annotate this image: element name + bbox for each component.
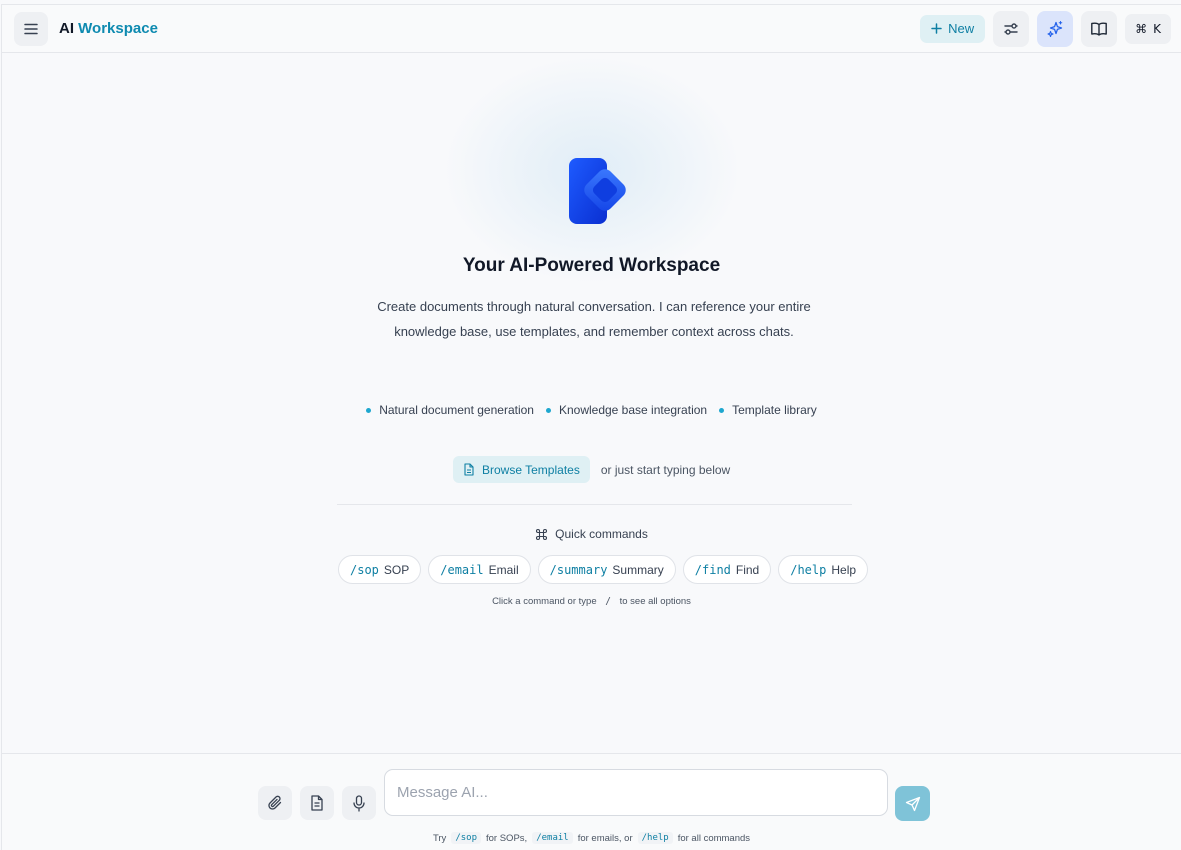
command-code: /summary [549, 562, 608, 577]
shortcut-key: K [1153, 21, 1161, 36]
settings-button[interactable] [993, 10, 1030, 47]
app-title-plain: AI [59, 20, 79, 37]
send-icon [905, 796, 920, 811]
new-button-label: New [948, 21, 975, 36]
template-button[interactable] [300, 786, 334, 820]
send-button[interactable] [895, 786, 930, 821]
command-chip-sop[interactable]: /sop SOP [338, 555, 422, 584]
command-chip-summary[interactable]: /summary Summary [537, 555, 676, 584]
command-label: Help [831, 562, 857, 577]
bullet-dot [719, 407, 725, 413]
feature-label: Knowledge base integration [558, 403, 708, 417]
sliders-icon [1004, 22, 1018, 35]
command-palette-button[interactable]: ⌘ K [1125, 13, 1171, 44]
microphone-icon [353, 794, 365, 812]
hint-text: Try [432, 832, 447, 844]
browse-hint: or just start typing below [600, 462, 731, 477]
plus-icon [931, 23, 942, 34]
command-code: /help [790, 562, 827, 577]
app-title-accent: Workspace [78, 20, 158, 37]
feature-item: Knowledge base integration [545, 403, 708, 417]
feature-list: Natural document generation Knowledge ba… [2, 403, 1181, 417]
document-icon [464, 463, 474, 476]
feature-label: Natural document generation [379, 403, 534, 417]
hint-text: to see all options [619, 596, 691, 607]
document-icon [311, 795, 323, 811]
sparkles-icon [1047, 20, 1063, 37]
voice-button[interactable] [342, 786, 376, 820]
hint-command: /sop [451, 832, 481, 844]
hint-text: for SOPs, [486, 832, 528, 844]
top-bar: AI Workspace New ⌘ K [2, 5, 1181, 53]
command-code: /sop [350, 562, 379, 577]
knowledge-base-button[interactable] [1081, 10, 1118, 47]
browse-row: Browse Templates or just start typing be… [453, 456, 730, 483]
composer-hint: Try /sop for SOPs, /email for emails, or… [2, 832, 1181, 844]
hint-text: Click a command or type [492, 596, 597, 607]
browse-templates-button[interactable]: Browse Templates [453, 456, 590, 483]
paperclip-icon [268, 795, 282, 810]
book-icon [1091, 22, 1108, 36]
command-chip-find[interactable]: /find Find [682, 555, 772, 584]
command-chip-email[interactable]: /email Email [428, 555, 531, 584]
app-window: AI Workspace New ⌘ K Your AI-Powered Wor… [1, 4, 1181, 850]
command-icon [536, 528, 548, 540]
hint-command: /email [532, 832, 573, 844]
command-label: Find [735, 562, 760, 577]
feature-item: Natural document generation [366, 403, 534, 417]
quick-commands-hint: Click a command or type / to see all opt… [2, 596, 1181, 607]
app-title: AI Workspace [59, 20, 158, 37]
bullet-dot [545, 407, 551, 413]
quick-commands-title: Quick commands [555, 527, 648, 541]
quick-commands-heading: Quick commands [2, 527, 1181, 541]
command-chip-help[interactable]: /help Help [778, 555, 869, 584]
command-label: Email [488, 562, 519, 577]
command-label: Summary [612, 562, 664, 577]
hint-text: for all commands [677, 832, 751, 844]
feature-item: Template library [719, 403, 817, 417]
menu-icon [24, 23, 38, 34]
workspace-logo [569, 158, 626, 224]
command-label: SOP [383, 562, 410, 577]
menu-button[interactable] [14, 11, 48, 46]
browse-templates-label: Browse Templates [482, 462, 580, 477]
message-input[interactable] [384, 769, 888, 816]
hero-description: Create documents through natural convers… [377, 299, 811, 339]
bullet-dot [366, 407, 372, 413]
command-code: /find [694, 562, 731, 577]
feature-label: Template library [732, 403, 817, 417]
attach-button[interactable] [258, 786, 292, 820]
new-button[interactable]: New [920, 14, 986, 43]
message-composer: Try /sop for SOPs, /email for emails, or… [2, 753, 1181, 850]
hint-text: for emails, or [577, 832, 633, 844]
hint-slash: / [605, 596, 611, 607]
divider [337, 504, 852, 505]
hero-title: Your AI-Powered Workspace [462, 255, 721, 276]
command-code: /email [440, 562, 484, 577]
command-key-icon: ⌘ [1135, 21, 1148, 36]
ai-assistant-button[interactable] [1037, 10, 1074, 47]
hint-command: /help [637, 832, 673, 844]
quick-command-chips: /sop SOP /email Email /summary Summary /… [338, 555, 869, 584]
